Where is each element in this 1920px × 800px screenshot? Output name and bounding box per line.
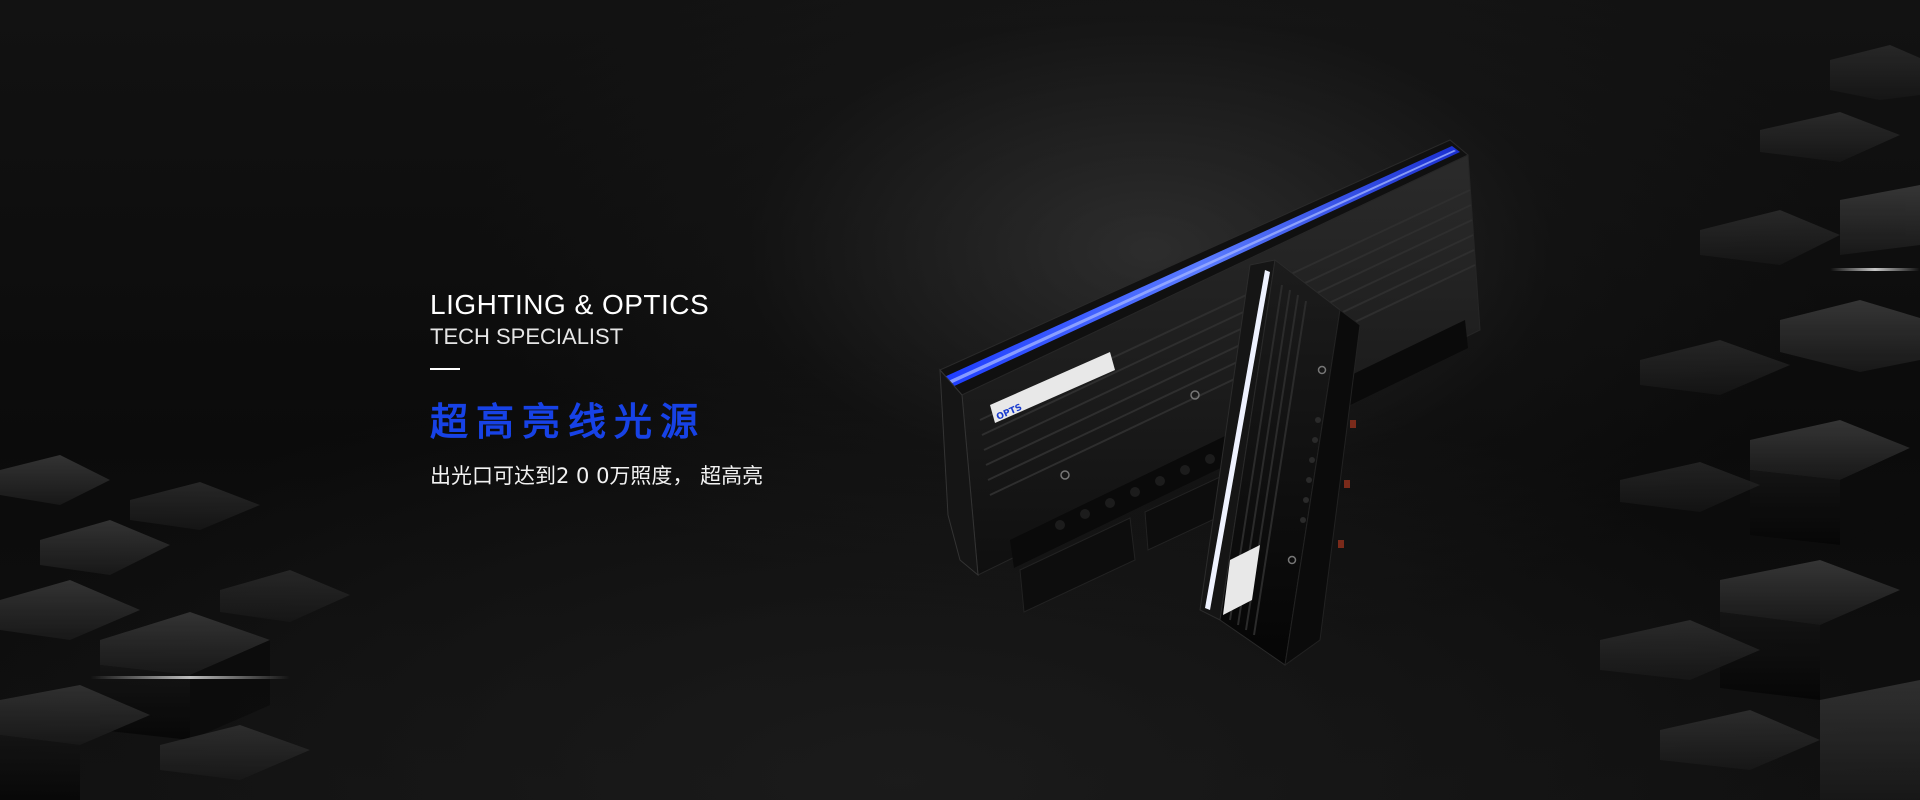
product-title: 超高亮线光源 (430, 400, 707, 444)
headline: LIGHTING & OPTICS (430, 289, 710, 320)
subheadline: TECH SPECIALIST (430, 324, 624, 349)
hero-copy: LIGHTING & OPTICS TECH SPECIALIST 超高亮线光源… (430, 288, 763, 490)
divider (430, 368, 460, 370)
hex-cluster-left (0, 455, 350, 800)
hero-banner: LIGHTING & OPTICS TECH SPECIALIST 超高亮线光源… (0, 0, 1920, 800)
product-description: 出光口可达到2 0 0万照度， 超高亮 (430, 464, 764, 488)
line-light-product-image: OPTS (939, 139, 1481, 667)
hex-cluster-right (1600, 45, 1920, 800)
